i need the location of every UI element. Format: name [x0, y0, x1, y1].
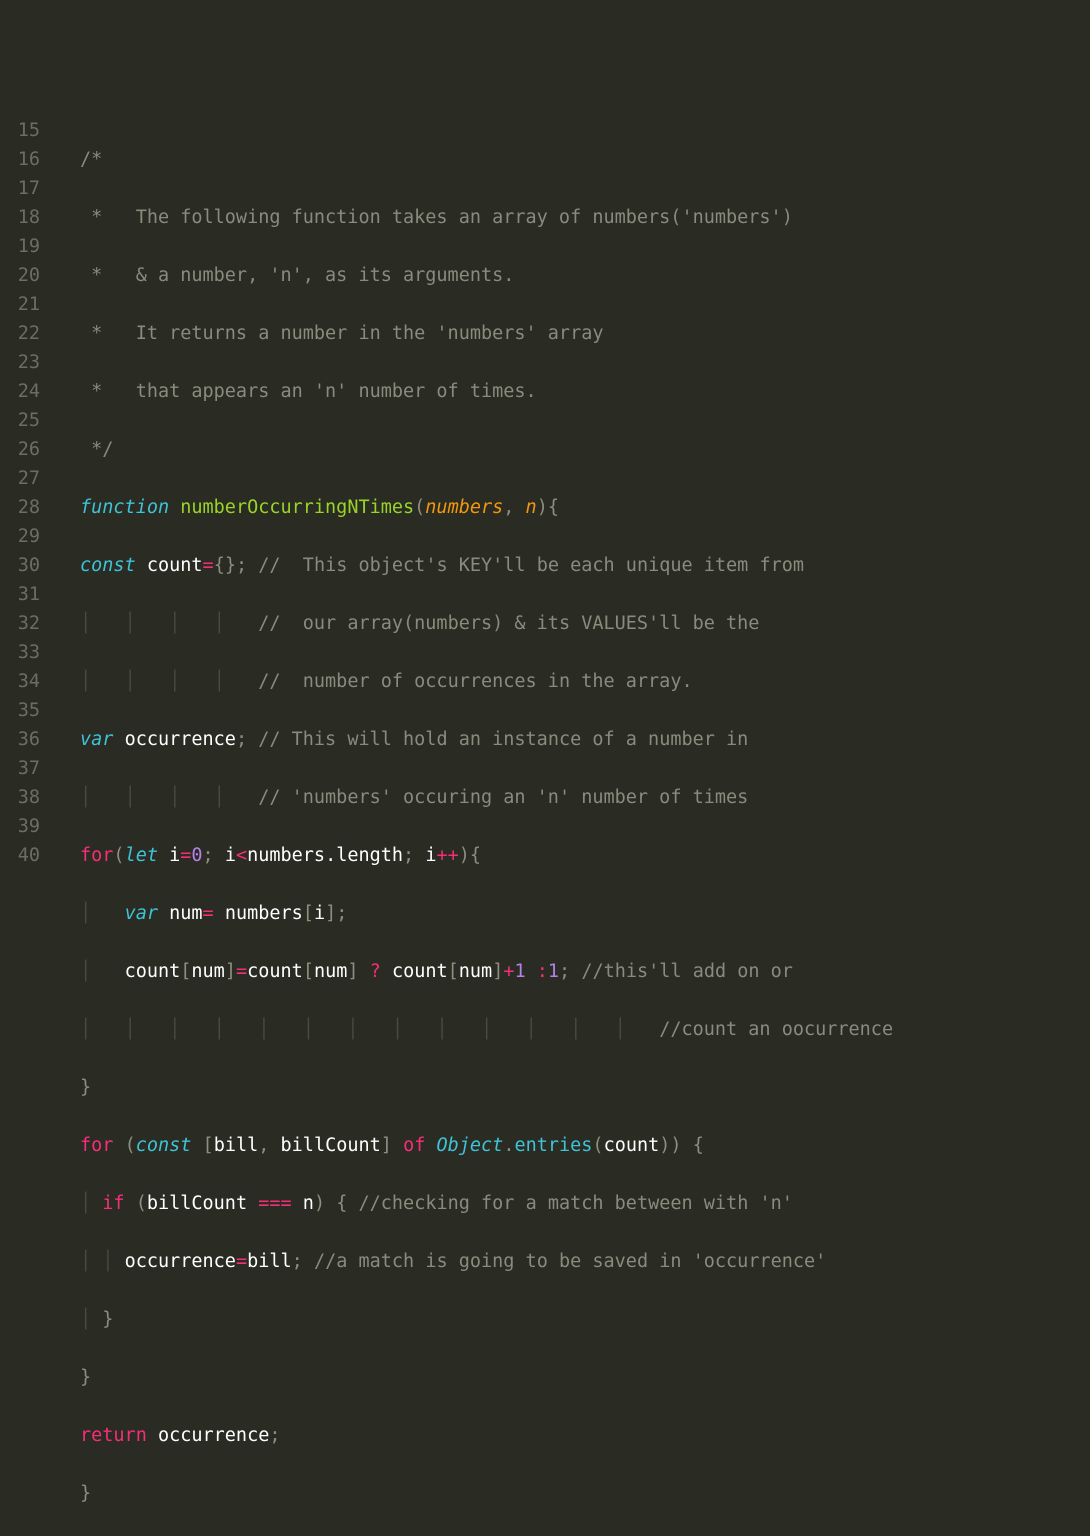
code-line: var occurrence; // This will hold an ins… [80, 725, 1090, 754]
line-number: 28 [0, 493, 40, 522]
code-line: */ [80, 435, 1090, 464]
line-number: 27 [0, 464, 40, 493]
line-number: 34 [0, 667, 40, 696]
line-number: 22 [0, 319, 40, 348]
code-line: │ if (billCount === n) { //checking for … [80, 1189, 1090, 1218]
line-number: 26 [0, 435, 40, 464]
code-line: * It returns a number in the 'numbers' a… [80, 319, 1090, 348]
line-number: 33 [0, 638, 40, 667]
code-line: │ } [80, 1305, 1090, 1334]
line-number: 24 [0, 377, 40, 406]
code-line: * & a number, 'n', as its arguments. [80, 261, 1090, 290]
line-number: 39 [0, 812, 40, 841]
code-line: function numberOccurringNTimes(numbers, … [80, 493, 1090, 522]
line-number: 17 [0, 174, 40, 203]
line-number: 19 [0, 232, 40, 261]
line-number: 31 [0, 580, 40, 609]
code-line: } [80, 1479, 1090, 1508]
line-number: 35 [0, 696, 40, 725]
code-line: │ var num= numbers[i]; [80, 899, 1090, 928]
code-line: │ │ occurrence=bill; //a match is going … [80, 1247, 1090, 1276]
line-number: 40 [0, 841, 40, 870]
line-number: 32 [0, 609, 40, 638]
code-line: const count={}; // This object's KEY'll … [80, 551, 1090, 580]
code-line: │ │ │ │ // number of occurrences in the … [80, 667, 1090, 696]
line-number: 38 [0, 783, 40, 812]
code-line: * The following function takes an array … [80, 203, 1090, 232]
code-line: │ │ │ │ │ │ │ │ │ │ │ │ │ //count an ooc… [80, 1015, 1090, 1044]
line-number: 23 [0, 348, 40, 377]
code-line: /* [80, 145, 1090, 174]
line-number: 16 [0, 145, 40, 174]
line-number: 20 [0, 261, 40, 290]
code-line: } [80, 1073, 1090, 1102]
line-number: 15 [0, 116, 40, 145]
code-line: return occurrence; [80, 1421, 1090, 1450]
code-editor: 1516171819202122232425262728293031323334… [0, 116, 1090, 884]
line-number: 25 [0, 406, 40, 435]
code-area[interactable]: /* * The following function takes an arr… [50, 116, 1090, 884]
line-number: 30 [0, 551, 40, 580]
line-number-gutter: 1516171819202122232425262728293031323334… [0, 116, 50, 884]
code-line: for (const [bill, billCount] of Object.e… [80, 1131, 1090, 1160]
code-line: │ │ │ │ // 'numbers' occuring an 'n' num… [80, 783, 1090, 812]
line-number: 21 [0, 290, 40, 319]
line-number: 29 [0, 522, 40, 551]
code-line: } [80, 1363, 1090, 1392]
line-number: 36 [0, 725, 40, 754]
code-line: for(let i=0; i<numbers.length; i++){ [80, 841, 1090, 870]
code-line: │ count[num]=count[num] ? count[num]+1 :… [80, 957, 1090, 986]
code-line: │ │ │ │ // our array(numbers) & its VALU… [80, 609, 1090, 638]
code-line: * that appears an 'n' number of times. [80, 377, 1090, 406]
line-number: 18 [0, 203, 40, 232]
line-number: 37 [0, 754, 40, 783]
